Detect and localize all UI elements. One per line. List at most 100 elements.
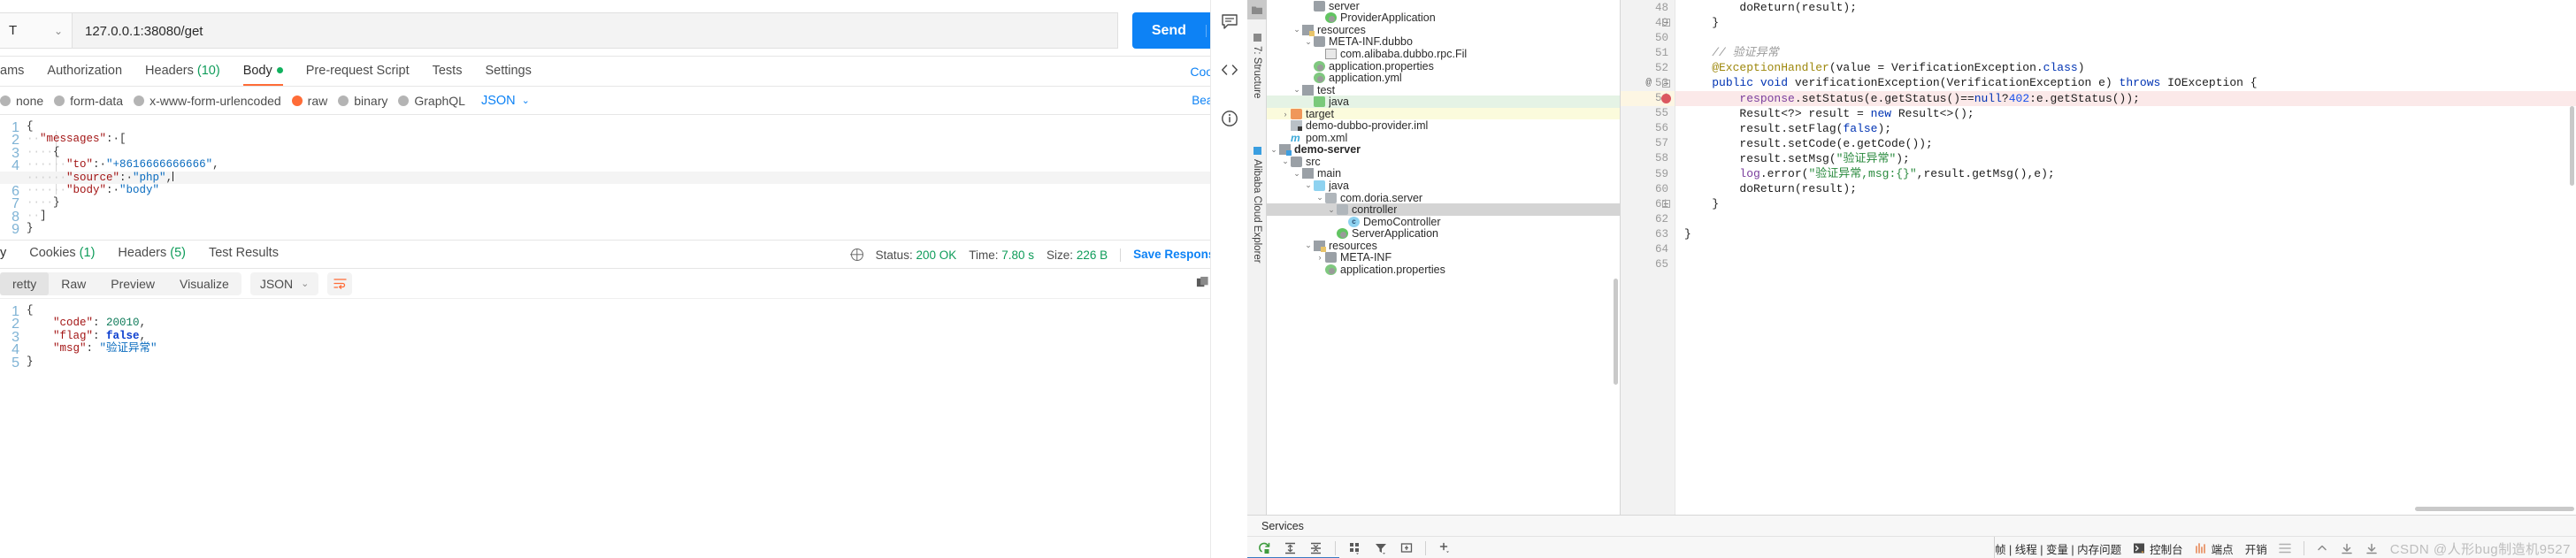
editor-horizontal-scrollbar[interactable] — [2415, 507, 2574, 511]
tree-item[interactable]: ⌄ resources — [1267, 24, 1620, 36]
wrap-lines-button[interactable] — [327, 271, 353, 295]
step-out-button[interactable] — [2316, 542, 2329, 555]
code-snippet-button[interactable] — [1221, 61, 1238, 83]
response-body-viewer[interactable]: 12345 { "code": 20010, "flag": false, "m… — [0, 299, 1247, 405]
editor-line-number-row[interactable]: 49 — [1621, 15, 1675, 30]
project-tree[interactable]: server ProviderApplication ⌄ resources ⌄ META… — [1267, 0, 1621, 515]
chevron-down-icon[interactable]: ⌄ — [1269, 145, 1279, 155]
code-fold-icon[interactable] — [1662, 79, 1670, 88]
editor-line-number-row[interactable]: 60 — [1621, 181, 1675, 196]
layout-button[interactable] — [1348, 541, 1361, 554]
tree-item[interactable]: ⌄ controller — [1267, 203, 1620, 216]
tree-item[interactable]: ⌄ test — [1267, 84, 1620, 96]
tree-item[interactable]: java — [1267, 96, 1620, 108]
chevron-down-icon[interactable]: ⌄ — [1315, 193, 1325, 203]
tab-settings[interactable]: Settings — [473, 64, 542, 86]
chevron-down-icon[interactable]: ⌄ — [1303, 37, 1314, 47]
tree-item[interactable]: ⌄ resources — [1267, 240, 1620, 252]
endpoints-tab[interactable]: 端点 — [2195, 540, 2234, 557]
chevron-right-icon[interactable]: › — [1280, 110, 1291, 118]
editor-line-number-row[interactable]: @53 — [1621, 75, 1675, 90]
expand-all-button[interactable] — [1284, 541, 1297, 554]
tree-item[interactable]: › META-INF — [1267, 251, 1620, 264]
gutter-annotation-icon[interactable]: @ — [1645, 78, 1652, 88]
info-button[interactable] — [1221, 110, 1238, 132]
editor-line-numbers[interactable]: 484950 51 52@535455 56 57 58 59 606162 63 64 65 — [1621, 0, 1675, 515]
editor-line-number-row[interactable]: 51 — [1621, 45, 1675, 60]
http-method-select[interactable]: T ⌄ — [0, 12, 73, 49]
view-mode-visualize[interactable]: Visualize — [167, 272, 242, 295]
comment-button[interactable] — [1221, 12, 1238, 34]
editor-line-number-row[interactable]: 52 — [1621, 60, 1675, 75]
tree-item[interactable]: ⌄ java — [1267, 180, 1620, 192]
rerun-button[interactable] — [1258, 541, 1271, 554]
response-tab-cookies[interactable]: Cookies (1) — [18, 246, 106, 268]
request-body-code[interactable]: {··"messages":·[····{······"to":·"+86166… — [27, 120, 1247, 235]
view-mode-raw[interactable]: Raw — [49, 272, 98, 295]
view-mode-preview[interactable]: Preview — [98, 272, 167, 295]
editor-line-number-row[interactable]: 48 — [1621, 0, 1675, 15]
tree-item[interactable]: › target — [1267, 108, 1620, 120]
tab-tests[interactable]: Tests — [421, 64, 474, 86]
tab-pre-request-script[interactable]: Pre-request Script — [295, 64, 421, 86]
debugger-frames-tabs[interactable]: 帧 | 线程 | 变量 | 内存问题 — [1995, 540, 2121, 557]
tree-item[interactable]: ⌄ demo-server — [1267, 143, 1620, 156]
tree-item[interactable]: application.properties — [1267, 60, 1620, 73]
tree-item[interactable]: application.yml — [1267, 72, 1620, 84]
editor-code-area[interactable]: doReturn(result); } // 验证异常 @ExceptionHa… — [1675, 0, 2576, 515]
body-type-x-www-form-urlencoded[interactable]: x-www-form-urlencoded — [134, 94, 281, 108]
body-type-raw[interactable]: raw — [291, 94, 327, 108]
editor-vertical-scrollbar[interactable] — [2570, 106, 2574, 186]
tab-ams[interactable]: ams — [0, 64, 35, 86]
tree-item[interactable]: ⌄ META-INF.dubbo — [1267, 35, 1620, 48]
body-type-binary[interactable]: binary — [338, 94, 387, 108]
response-tab-test-results[interactable]: Test Results — [197, 246, 290, 268]
body-type-graphql[interactable]: GraphQL — [398, 94, 465, 108]
console-tab[interactable]: 控制台 — [2133, 540, 2183, 557]
body-format-select[interactable]: JSON ⌄ — [481, 94, 530, 108]
chevron-down-icon[interactable]: ⌄ — [1326, 205, 1337, 215]
tree-item[interactable]: com.alibaba.dubbo.rpc.Fil — [1267, 48, 1620, 60]
collapse-all-button[interactable] — [1309, 541, 1322, 554]
chevron-down-icon[interactable]: ⌄ — [1292, 85, 1302, 95]
editor-line-number-row[interactable]: 61 — [1621, 196, 1675, 211]
code-editor[interactable]: 484950 51 52@535455 56 57 58 59 606162 63 64 65 do… — [1621, 0, 2576, 515]
chevron-down-icon[interactable]: ⌄ — [1280, 157, 1291, 166]
editor-line-number-row[interactable]: 65 — [1621, 257, 1675, 272]
tree-item[interactable]: ⌄ src — [1267, 156, 1620, 168]
tab-body[interactable]: Body — [232, 64, 295, 86]
editor-line-number-row[interactable]: 64 — [1621, 242, 1675, 257]
chevron-down-icon[interactable]: ⌄ — [1303, 241, 1314, 250]
editor-line-number-row[interactable]: 58 — [1621, 151, 1675, 166]
editor-line-number-row[interactable]: 56 — [1621, 121, 1675, 136]
tree-item[interactable]: ServerApplication — [1267, 227, 1620, 240]
tree-item[interactable]: m pom.xml — [1267, 132, 1620, 144]
breakpoint-icon[interactable] — [1661, 93, 1671, 103]
tree-item[interactable]: ⌄ com.doria.server — [1267, 192, 1620, 204]
editor-line-number-row[interactable]: 57 — [1621, 136, 1675, 151]
response-tab-headers[interactable]: Headers (5) — [106, 246, 197, 268]
tree-item[interactable]: ProviderApplication — [1267, 11, 1620, 24]
response-tab-y[interactable]: y — [0, 246, 18, 268]
view-mode-retty[interactable]: retty — [0, 271, 50, 295]
editor-line-number-row[interactable]: 54 — [1621, 90, 1675, 106]
copy-button[interactable] — [1196, 276, 1209, 294]
body-type-form-data[interactable]: form-data — [54, 94, 123, 108]
editor-line-number-row[interactable]: 62 — [1621, 211, 1675, 226]
sidebar-item-alibaba-cloud-explorer[interactable]: Alibaba Cloud Explorer — [1247, 140, 1267, 271]
editor-line-number-row[interactable]: 59 — [1621, 166, 1675, 181]
tree-item[interactable]: demo-dubbo-provider.iml — [1267, 119, 1620, 132]
menu-button[interactable] — [2279, 542, 2292, 555]
step-into-button[interactable] — [2365, 542, 2379, 555]
body-type-none[interactable]: none — [0, 94, 43, 108]
chevron-down-icon[interactable]: ⌄ — [1292, 169, 1302, 179]
project-tool-button[interactable] — [1247, 0, 1267, 19]
tree-item[interactable]: application.properties — [1267, 264, 1620, 276]
chevron-right-icon[interactable]: › — [1315, 253, 1325, 262]
chevron-down-icon[interactable]: ⌄ — [1292, 25, 1302, 34]
filter-button[interactable] — [1374, 541, 1387, 554]
editor-line-number-row[interactable]: 50 — [1621, 30, 1675, 45]
project-tree-scrollbar[interactable] — [1614, 279, 1618, 385]
code-fold-icon[interactable] — [1662, 19, 1670, 27]
sidebar-item-structure[interactable]: 7: Structure — [1247, 27, 1267, 105]
